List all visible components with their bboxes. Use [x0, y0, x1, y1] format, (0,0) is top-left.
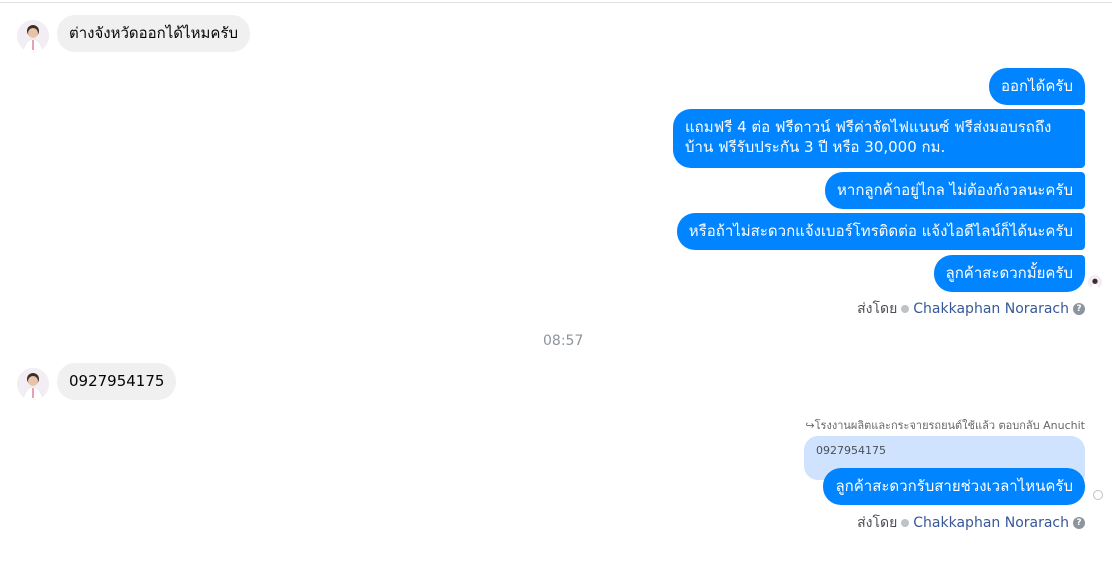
outgoing-message[interactable]: ลูกค้าสะดวกรับสายช่วงเวลาไหนครับ	[823, 468, 1085, 505]
outgoing-message[interactable]: ลูกค้าสะดวกมั้ยครับ	[933, 255, 1085, 292]
sent-by-label: ส่งโดย	[857, 515, 898, 531]
sender-name-link[interactable]: Chakkaphan Norarach	[913, 301, 1069, 317]
reply-info-text: โรงงานผลิตและกระจายรถยนต์ใช้แล้ว ตอบกลับ…	[814, 419, 1085, 432]
person-avatar-icon	[17, 368, 49, 400]
person-avatar-icon	[17, 20, 49, 52]
seen-avatar-icon	[1088, 275, 1102, 289]
sent-by-info: ส่งโดย Chakkaphan Norarach ?	[857, 298, 1085, 320]
header-divider	[0, 2, 1112, 3]
question-circle-icon[interactable]: ?	[1073, 517, 1085, 529]
outgoing-message[interactable]: ออกได้ครับ	[989, 68, 1085, 105]
sender-name-link[interactable]: Chakkaphan Norarach	[913, 515, 1069, 531]
contact-avatar[interactable]	[17, 368, 49, 400]
reply-info: ↪โรงงานผลิตและกระจายรถยนต์ใช้แล้ว ตอบกลั…	[805, 416, 1085, 434]
incoming-message[interactable]: 0927954175	[57, 363, 177, 400]
outgoing-message[interactable]: แถมฟรี 4 ต่อ ฟรีดาวน์ ฟรีค่าจัดไฟแนนซ์ ฟ…	[673, 109, 1085, 168]
reply-arrow-icon: ↪	[805, 419, 815, 432]
check-circle-icon	[901, 519, 910, 527]
sent-by-info: ส่งโดย Chakkaphan Norarach ?	[857, 512, 1085, 534]
incoming-message[interactable]: ต่างจังหวัดออกได้ไหมครับ	[57, 15, 250, 52]
outgoing-message[interactable]: หากลูกค้าอยู่ไกล ไม่ต้องกังวลนะครับ	[825, 172, 1085, 209]
check-circle-icon	[1093, 490, 1103, 500]
sent-by-label: ส่งโดย	[857, 301, 898, 317]
outgoing-message[interactable]: หรือถ้าไม่สะดวกแจ้งเบอร์โทรติดต่อ แจ้งไอ…	[676, 213, 1085, 250]
question-circle-icon[interactable]: ?	[1073, 303, 1085, 315]
check-circle-icon	[901, 305, 910, 313]
message-timestamp: 08:57	[543, 333, 584, 349]
contact-avatar[interactable]	[17, 20, 49, 52]
